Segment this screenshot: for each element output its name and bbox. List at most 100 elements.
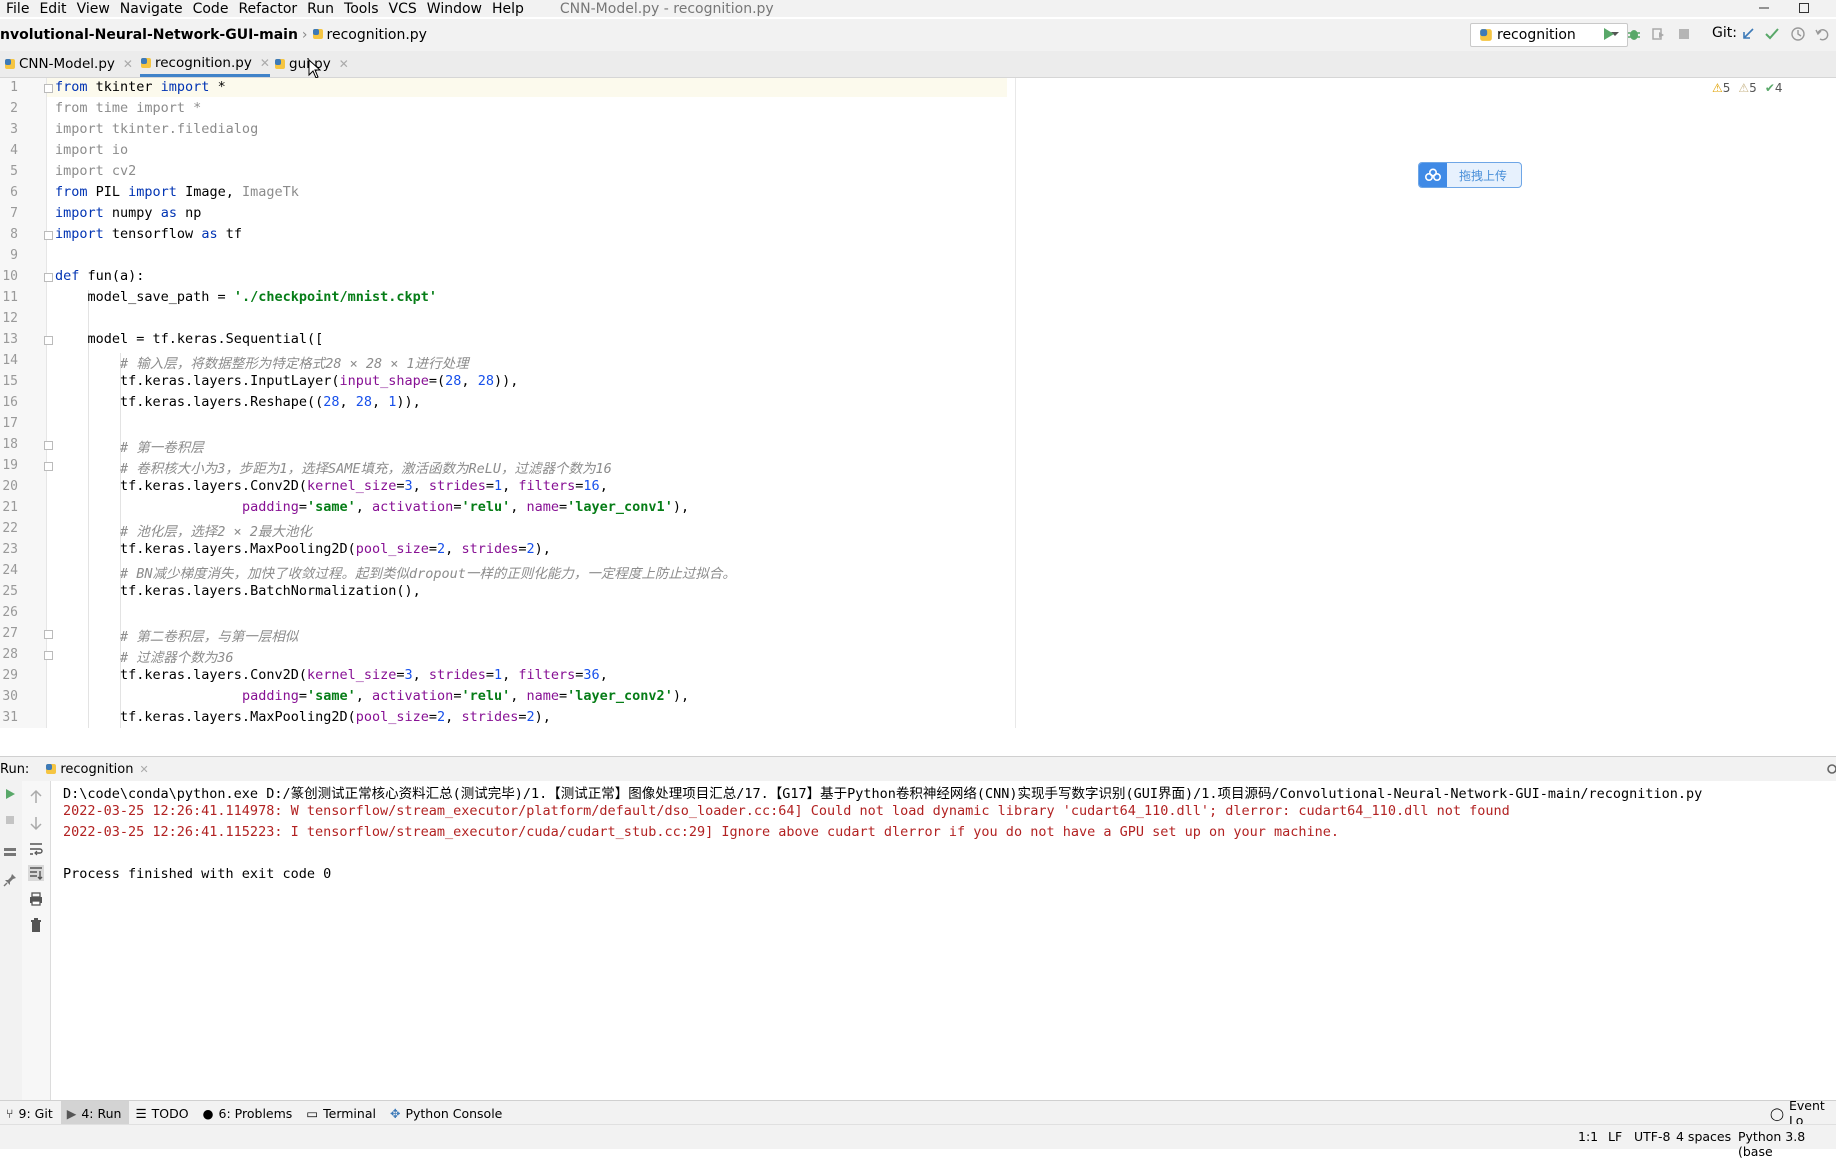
rerun-icon[interactable]	[3, 787, 17, 801]
editor-tabs: CNN-Model.py ✕ recognition.py ✕ gui.py ✕	[0, 51, 1836, 79]
menu-run[interactable]: Run	[301, 1, 338, 17]
code-token: ,	[339, 394, 356, 410]
python-interpreter[interactable]: Python 3.8 (base	[1738, 1129, 1836, 1159]
code-token: 16	[583, 478, 600, 494]
line-number: 18	[2, 437, 18, 452]
status-bar: 1:1 LF UTF-8 4 spaces Python 3.8 (base	[0, 1124, 1836, 1159]
code-token: 28	[355, 394, 373, 410]
code-line-14: # 输入层，将数据整形为特定格式28 × 28 × 1进行处理	[55, 356, 469, 372]
error-count-value: 5	[1722, 81, 1731, 95]
code-token: ,	[445, 541, 462, 557]
code-token: PIL	[87, 184, 129, 200]
fold-marker[interactable]	[44, 630, 53, 639]
fold-marker[interactable]	[44, 273, 53, 282]
python-file-icon	[46, 764, 57, 774]
debug-icon[interactable]	[1626, 26, 1642, 42]
warning-triangle-icon: ⚠	[1712, 81, 1723, 95]
line-number: 17	[2, 416, 18, 431]
tab-recognition[interactable]: recognition.py ✕	[140, 51, 270, 77]
tab-label: recognition.py	[155, 54, 252, 71]
pin-icon[interactable]	[3, 873, 17, 887]
rollback-icon[interactable]	[1814, 26, 1830, 42]
toolwindow-event-log[interactable]: ◯ Event Lo	[1764, 1098, 1836, 1128]
stop-icon[interactable]	[3, 813, 17, 827]
line-separator[interactable]: LF	[1608, 1129, 1622, 1144]
close-icon[interactable]: ✕	[123, 57, 133, 71]
code-token: strides	[461, 709, 519, 725]
fold-marker[interactable]	[44, 84, 53, 93]
scroll-to-end-icon[interactable]	[28, 865, 44, 881]
close-icon[interactable]: ✕	[339, 57, 349, 71]
menu-file[interactable]: File	[0, 1, 33, 17]
menu-navigate[interactable]: Navigate	[114, 1, 187, 17]
code-token: activation	[372, 688, 454, 704]
menu-edit[interactable]: Edit	[33, 1, 70, 17]
minimize-icon[interactable]	[1756, 0, 1772, 16]
code-token: def	[55, 268, 80, 284]
menu-help[interactable]: Help	[486, 1, 528, 17]
menu-tools[interactable]: Tools	[338, 1, 383, 17]
trash-icon[interactable]	[28, 917, 44, 933]
indent-setting[interactable]: 4 spaces	[1676, 1129, 1731, 1144]
menu-window[interactable]: Window	[421, 1, 486, 17]
toolwindow-todo[interactable]: ☰ TODO	[129, 1101, 196, 1125]
close-icon[interactable]: ✕	[260, 56, 270, 70]
file-encoding[interactable]: UTF-8	[1634, 1129, 1670, 1144]
toolwindow-problems[interactable]: ● 6: Problems	[197, 1101, 301, 1125]
menu-code[interactable]: Code	[187, 1, 233, 17]
print-icon[interactable]	[28, 891, 44, 907]
code-token: 2	[526, 709, 535, 725]
stop-icon[interactable]	[1676, 26, 1692, 42]
code-line-7: import numpy as np	[55, 205, 201, 221]
code-token: 2	[437, 709, 446, 725]
code-editor[interactable]: 1 2 3 4 5 6 7 8 9 10 11 12 13 14 15 16 1…	[0, 78, 1836, 728]
line-number: 4	[10, 143, 18, 158]
history-icon[interactable]	[1790, 26, 1806, 42]
code-token: ),	[534, 541, 551, 557]
code-token: 2	[437, 541, 446, 557]
git-commit-icon[interactable]	[1764, 26, 1780, 42]
maximize-icon[interactable]	[1796, 0, 1812, 16]
code-line-8: import tensorflow as tf	[55, 226, 242, 242]
breadcrumb-project[interactable]: nvolutional-Neural-Network-GUI-main	[0, 27, 298, 43]
run-tab-recognition[interactable]: recognition ✕	[45, 762, 149, 777]
fold-marker[interactable]	[44, 441, 53, 450]
toolwindow-python-console[interactable]: ✥ Python Console	[384, 1101, 510, 1125]
git-update-icon[interactable]	[1740, 26, 1756, 42]
code-line-20: tf.keras.layers.Conv2D(kernel_size=3, st…	[55, 478, 608, 494]
upload-widget[interactable]: 拖拽上传	[1418, 162, 1522, 188]
inspection-widget[interactable]: ⚠5 ⚠5 ✔4	[1712, 81, 1783, 95]
fold-marker[interactable]	[44, 462, 53, 471]
arrow-down-icon[interactable]	[28, 815, 44, 831]
code-token: =	[559, 688, 568, 704]
toolwindow-run[interactable]: ▶ 4: Run	[60, 1101, 130, 1125]
soft-wrap-icon[interactable]	[28, 841, 44, 857]
run-console[interactable]: D:\code\conda\python.exe D:/篆创测试正常核心资料汇总…	[0, 781, 1836, 1100]
run-configuration-label: recognition	[1497, 27, 1576, 43]
code-token: 36	[583, 667, 600, 683]
toolwindow-terminal[interactable]: ▭ Terminal	[300, 1101, 384, 1125]
weak-warning-icon: ⚠	[1738, 81, 1750, 95]
arrow-up-icon[interactable]	[28, 789, 44, 805]
menu-refactor[interactable]: Refactor	[232, 1, 301, 17]
coverage-icon[interactable]	[1650, 26, 1666, 42]
run-icon[interactable]	[1600, 26, 1616, 42]
gear-icon[interactable]	[1824, 762, 1836, 776]
line-number: 5	[10, 164, 18, 179]
upload-widget-label: 拖拽上传	[1459, 168, 1508, 183]
code-token: 'relu'	[461, 688, 511, 704]
code-token: name	[526, 499, 560, 515]
caret-position[interactable]: 1:1	[1578, 1129, 1598, 1144]
toolwindow-git[interactable]: ⑂ 9: Git	[0, 1101, 61, 1125]
fold-marker[interactable]	[44, 231, 53, 240]
menu-vcs[interactable]: VCS	[383, 1, 421, 17]
breadcrumb-file[interactable]: recognition.py	[312, 27, 427, 43]
tab-cnn-model[interactable]: CNN-Model.py ✕	[4, 51, 133, 77]
fold-marker[interactable]	[44, 336, 53, 345]
menu-view[interactable]: View	[71, 1, 114, 17]
close-icon[interactable]: ✕	[139, 763, 148, 776]
fold-marker[interactable]	[44, 651, 53, 660]
layout-icon[interactable]	[3, 845, 17, 859]
tool-window-bar: ⑂ 9: Git ▶ 4: Run ☰ TODO ● 6: Problems ▭…	[0, 1098, 1836, 1128]
code-token: tf	[217, 226, 242, 242]
